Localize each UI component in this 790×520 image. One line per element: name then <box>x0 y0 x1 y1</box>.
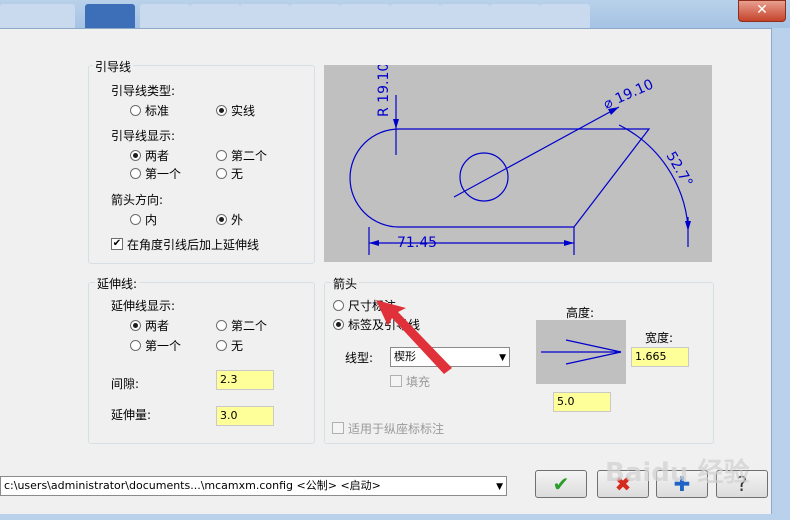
tab-9[interactable] <box>440 4 490 28</box>
angle-dim-text: 52.7° <box>663 149 696 190</box>
arrow-direction-inside-label: 内 <box>145 213 158 227</box>
arrow-label-leader-radio[interactable] <box>333 319 344 330</box>
extension-display-none-label: 无 <box>231 339 244 353</box>
chevron-down-icon: ▼ <box>499 353 506 363</box>
extension-group-title: 延伸线: <box>95 275 140 292</box>
leader-display-second-label: 第二个 <box>231 149 268 163</box>
arrowhead-preview <box>536 320 626 384</box>
leader-display-none-radio[interactable] <box>216 168 227 179</box>
leader-type-standard-radio[interactable] <box>130 105 141 116</box>
watermark: Baidu 经验 <box>605 458 750 488</box>
tab-6[interactable] <box>290 4 340 28</box>
diameter-leader <box>453 106 620 198</box>
window-frame-right <box>771 28 790 520</box>
extension-display-first-radio[interactable] <box>130 340 141 351</box>
diameter-dim-text: ⌀ 19.10 <box>601 76 656 112</box>
ordinate-checkbox[interactable] <box>332 422 344 434</box>
tab-7[interactable] <box>340 4 390 28</box>
checkmark-icon: ✔ <box>552 472 570 496</box>
annotation-arrow <box>376 300 452 374</box>
arrow-height-label: 高度: <box>566 306 595 320</box>
radius-dim-text: R 19.10 <box>376 65 392 117</box>
arrow-width-input[interactable]: 1.665 <box>631 347 689 367</box>
arrow-group-title: 箭头 <box>331 275 360 292</box>
window-frame-bottom <box>0 514 790 520</box>
leader-display-both-label: 两者 <box>145 149 170 163</box>
tab-1[interactable] <box>0 4 75 28</box>
tab-3[interactable] <box>140 4 190 28</box>
config-path-value: c:\users\administrator\documents...\mcam… <box>4 479 381 492</box>
leader-type-label: 引导线类型: <box>111 84 176 98</box>
tab-2[interactable] <box>85 4 135 28</box>
leader-type-standard-label: 标准 <box>145 104 170 118</box>
linear-dim-text: 71.45 <box>397 235 437 251</box>
tab-11[interactable] <box>540 4 590 28</box>
gap-input[interactable]: 2.3 <box>216 370 274 390</box>
leader-group-title: 引导线 <box>93 58 134 75</box>
angle-arrowhead <box>685 221 691 231</box>
arrow-direction-label: 箭头方向: <box>111 193 164 207</box>
tab-5[interactable] <box>240 4 290 28</box>
arrow-direction-outside-label: 外 <box>231 213 244 227</box>
preview-drawing: R 19.10 ⌀ 19.10 52.7° 71.45 <box>349 63 696 255</box>
leader-display-none-label: 无 <box>231 167 244 181</box>
linear-arrowhead-left <box>369 240 379 246</box>
linear-arrowhead-right <box>564 240 574 246</box>
leader-type-solid-label: 实线 <box>231 104 256 118</box>
leader-display-second-radio[interactable] <box>216 150 227 161</box>
chevron-down-icon: ▼ <box>496 482 503 492</box>
tab-4[interactable] <box>190 4 240 28</box>
tab-8[interactable] <box>390 4 440 28</box>
extension-display-second-radio[interactable] <box>216 320 227 331</box>
hole-circle <box>459 152 509 202</box>
slot-outline <box>349 128 651 228</box>
ordinate-label: 适用于纵座标标注 <box>348 422 445 436</box>
leader-display-both-radio[interactable] <box>130 150 141 161</box>
arrow-dimension-radio[interactable] <box>333 300 344 311</box>
config-path-select[interactable]: c:\users\administrator\documents...\mcam… <box>0 476 507 496</box>
arrow-direction-outside-radio[interactable] <box>216 214 227 225</box>
linetype-label: 线型: <box>345 351 374 365</box>
extension-display-both-label: 两者 <box>145 319 170 333</box>
arrow-width-label: 宽度: <box>645 331 674 345</box>
leader-display-first-radio[interactable] <box>130 168 141 179</box>
arrow-direction-inside-radio[interactable] <box>130 214 141 225</box>
extension-display-both-radio[interactable] <box>130 320 141 331</box>
extension-amount-label: 延伸量: <box>111 408 152 422</box>
radius-arrowhead <box>393 119 399 129</box>
extension-amount-input[interactable]: 3.0 <box>216 406 274 426</box>
gap-label: 间隙: <box>111 377 140 391</box>
leader-type-solid-radio[interactable] <box>216 105 227 116</box>
angular-extension-checkbox[interactable]: ✔ <box>111 238 123 250</box>
extension-display-none-radio[interactable] <box>216 340 227 351</box>
tab-10[interactable] <box>490 4 540 28</box>
arrowhead-preview-drawing <box>541 339 622 365</box>
arrow-height-input[interactable]: 5.0 <box>553 392 611 412</box>
extension-display-first-label: 第一个 <box>145 339 182 353</box>
angular-extension-label: 在角度引线后加上延伸线 <box>127 238 260 252</box>
extension-display-second-label: 第二个 <box>231 319 268 333</box>
dimension-preview: R 19.10 ⌀ 19.10 52.7° 71.45 <box>324 63 712 262</box>
extension-display-label: 延伸线显示: <box>111 299 176 313</box>
close-button[interactable]: ✕ <box>738 0 786 22</box>
ok-button[interactable]: ✔ <box>535 470 587 498</box>
leader-display-first-label: 第一个 <box>145 167 182 181</box>
title-bar: ✕ <box>0 0 790 29</box>
leader-display-label: 引导线显示: <box>111 129 176 143</box>
